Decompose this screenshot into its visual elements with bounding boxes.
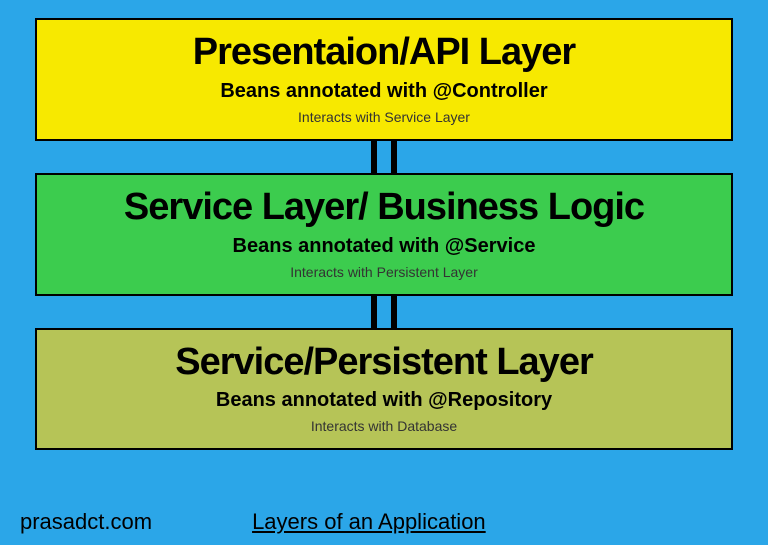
footer-site-label: prasadct.com	[20, 509, 152, 535]
service-layer-note: Interacts with Persistent Layer	[47, 264, 721, 280]
presentation-layer-note: Interacts with Service Layer	[47, 109, 721, 125]
persistent-layer-box: Service/Persistent Layer Beans annotated…	[35, 328, 733, 451]
persistent-layer-subtitle: Beans annotated with @Repository	[47, 389, 721, 412]
presentation-layer-box: Presentaion/API Layer Beans annotated wi…	[35, 18, 733, 141]
connector-line	[371, 141, 377, 173]
connector-line	[371, 296, 377, 328]
service-layer-subtitle: Beans annotated with @Service	[47, 235, 721, 258]
persistent-layer-note: Interacts with Database	[47, 418, 721, 434]
persistent-layer-title: Service/Persistent Layer	[47, 342, 721, 384]
footer-caption: Layers of an Application	[252, 509, 486, 535]
presentation-layer-subtitle: Beans annotated with @Controller	[47, 80, 721, 103]
connector-line	[391, 141, 397, 173]
connector-line	[391, 296, 397, 328]
footer: prasadct.com Layers of an Application	[20, 509, 748, 535]
connector-presentation-to-service	[35, 141, 733, 173]
service-layer-box: Service Layer/ Business Logic Beans anno…	[35, 173, 733, 296]
service-layer-title: Service Layer/ Business Logic	[47, 187, 721, 229]
presentation-layer-title: Presentaion/API Layer	[47, 32, 721, 74]
connector-service-to-persistent	[35, 296, 733, 328]
